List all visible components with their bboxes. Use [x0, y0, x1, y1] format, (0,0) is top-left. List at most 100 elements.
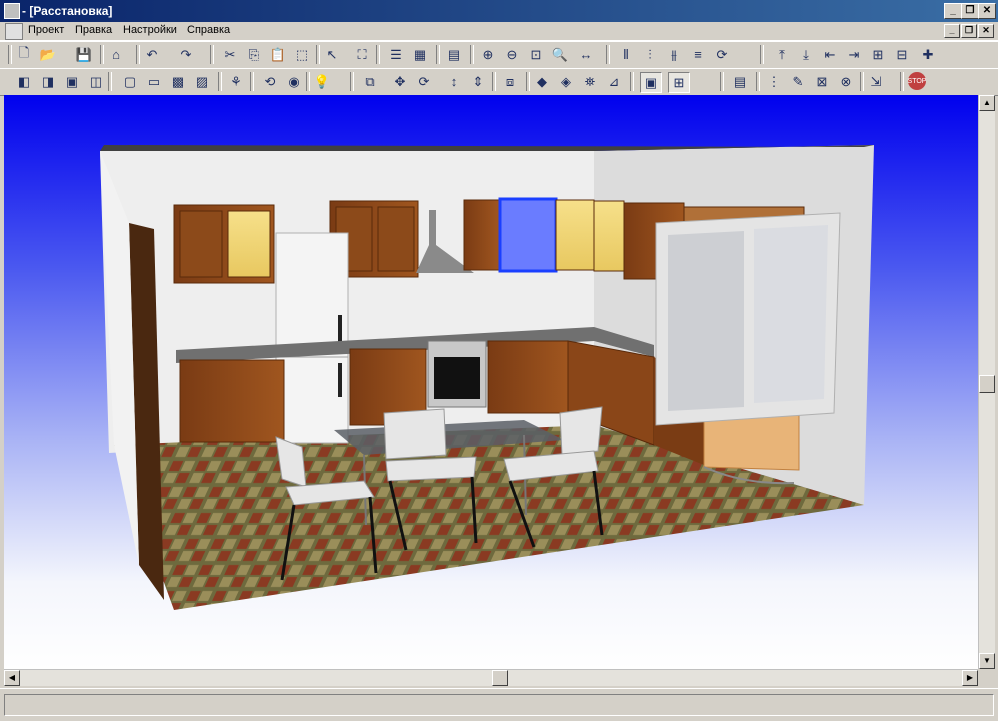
- library-icon[interactable]: ▦: [410, 45, 430, 64]
- move-down-icon[interactable]: ⤓: [796, 45, 816, 64]
- move-icon[interactable]: ✥: [390, 72, 410, 91]
- group-icon[interactable]: ⊞: [868, 45, 888, 64]
- move-vertical-icon[interactable]: ↕: [444, 72, 464, 91]
- measure-icon[interactable]: ⊿: [604, 72, 624, 91]
- menu-edit[interactable]: Правка: [75, 24, 112, 36]
- home-icon[interactable]: ⌂: [106, 45, 126, 64]
- export-icon[interactable]: ⇲: [866, 72, 886, 91]
- orbit-icon[interactable]: ⟲: [260, 72, 280, 91]
- light-icon[interactable]: 💡: [312, 72, 332, 91]
- minimize-button[interactable]: _: [944, 3, 962, 19]
- measure-icon[interactable]: ↔: [576, 45, 596, 64]
- mdi-minimize-button[interactable]: _: [944, 24, 960, 38]
- box-solid-icon[interactable]: ▩: [168, 72, 188, 91]
- save-icon[interactable]: 💾: [74, 45, 94, 64]
- camera-icon[interactable]: ◉: [284, 72, 304, 91]
- menu-project[interactable]: Проект: [28, 24, 64, 36]
- window-title: - [Расстановка]: [22, 4, 113, 18]
- toolbar-separator: [470, 45, 474, 64]
- document-icon[interactable]: [5, 23, 23, 40]
- view-top-icon[interactable]: ◨: [38, 72, 58, 91]
- toolbar-separator: [250, 72, 254, 91]
- vertical-scrollbar[interactable]: ▲ ▼: [978, 95, 995, 669]
- view-side-icon[interactable]: ▣: [62, 72, 82, 91]
- main-toolbar: 🗋 📂 💾 ⌂ ↶ ↷ ✂ ⎘ 📋 ⬚ ↖ ⛶ ☰ ▦ ▤ ⊕ ⊖ ⊡ 🔍 ↔ ⫴ ⫶ ⫵ ≡ ⟳ ⤒ ⤓ ⇤ ⇥ ⊞ ⊟ ✚: [0, 41, 998, 69]
- horizontal-scroll-thumb[interactable]: [492, 670, 508, 686]
- distribute-icon[interactable]: ≡: [688, 45, 708, 64]
- restore-button[interactable]: ❐: [961, 3, 979, 19]
- zoom-window-icon[interactable]: ⊡: [526, 45, 546, 64]
- redo-icon[interactable]: ↷: [176, 45, 196, 64]
- mirror-icon[interactable]: ⧈: [500, 72, 520, 91]
- open-icon[interactable]: 📂: [38, 45, 58, 64]
- toolbar-separator: [756, 72, 760, 91]
- view-iso-icon[interactable]: ◫: [86, 72, 106, 91]
- box-wire-icon[interactable]: ▢: [120, 72, 140, 91]
- lower-cabinet: [487, 340, 569, 414]
- move-left-icon[interactable]: ⇤: [820, 45, 840, 64]
- copy-object-icon[interactable]: ⧉: [360, 72, 380, 91]
- move-depth-icon[interactable]: ⇕: [468, 72, 488, 91]
- paste-icon[interactable]: 📋: [268, 45, 288, 64]
- add-icon[interactable]: ✚: [918, 45, 938, 64]
- grid-icon[interactable]: ⋮: [764, 72, 784, 91]
- zoom-out-icon[interactable]: ⊖: [502, 45, 522, 64]
- ungroup-icon[interactable]: ⊟: [892, 45, 912, 64]
- align-left-icon[interactable]: ⫴: [616, 45, 636, 64]
- fit-icon[interactable]: ⛶: [352, 45, 372, 64]
- zoom-in-icon[interactable]: ⊕: [478, 45, 498, 64]
- rotate-icon[interactable]: ⟳: [712, 45, 732, 64]
- lower-cabinet: [179, 359, 285, 443]
- horizontal-scrollbar[interactable]: ◀ ▶: [4, 669, 978, 686]
- material-icon[interactable]: ◆: [532, 72, 552, 91]
- mdi-close-button[interactable]: ✕: [978, 24, 994, 38]
- align-right-icon[interactable]: ⫵: [664, 45, 684, 64]
- wire-icon[interactable]: ⊠: [812, 72, 832, 91]
- scroll-right-button[interactable]: ▶: [962, 670, 978, 686]
- scroll-down-button[interactable]: ▼: [979, 653, 995, 669]
- refrigerator: [275, 232, 349, 444]
- toolbar-separator: [860, 72, 864, 91]
- view-front-icon[interactable]: ◧: [14, 72, 34, 91]
- box-textured-icon[interactable]: ▨: [192, 72, 212, 91]
- undo-icon[interactable]: ↶: [142, 45, 162, 64]
- vertical-scroll-thumb[interactable]: [979, 375, 995, 393]
- move-up-icon[interactable]: ⤒: [772, 45, 792, 64]
- mdi-restore-button[interactable]: ❐: [961, 24, 977, 38]
- align-center-icon[interactable]: ⫶: [640, 45, 660, 64]
- pointer-icon[interactable]: ↖: [322, 45, 342, 64]
- report-icon[interactable]: ▤: [730, 72, 750, 91]
- texture-icon[interactable]: ◈: [556, 72, 576, 91]
- scene-view-icon[interactable]: ⊞: [668, 72, 690, 93]
- select-icon[interactable]: ⬚: [292, 45, 312, 64]
- hide-icon[interactable]: ⊗: [836, 72, 856, 91]
- menu-settings[interactable]: Настройки: [123, 24, 177, 36]
- rotate-icon[interactable]: ⟳: [414, 72, 434, 91]
- new-icon[interactable]: 🗋: [14, 45, 34, 64]
- toolbar-separator: [720, 72, 724, 91]
- menu-help[interactable]: Справка: [187, 24, 230, 36]
- paint-icon[interactable]: ✎: [788, 72, 808, 91]
- scroll-up-button[interactable]: ▲: [979, 95, 995, 111]
- toolbar-separator: [136, 45, 140, 64]
- menu-bar: Проект Правка Настройки Справка _ ❐ ✕: [0, 22, 998, 41]
- box-icon[interactable]: ▭: [144, 72, 164, 91]
- scroll-left-button[interactable]: ◀: [4, 670, 20, 686]
- toolbar-separator: [436, 45, 440, 64]
- panel-view-icon[interactable]: ▣: [640, 72, 662, 93]
- close-button[interactable]: ✕: [978, 3, 996, 19]
- app-icon[interactable]: [4, 3, 20, 19]
- stop-icon[interactable]: STOP: [908, 72, 926, 90]
- toolbar-separator: [316, 45, 320, 64]
- cut-icon[interactable]: ✂: [220, 45, 240, 64]
- copy-icon[interactable]: ⎘: [244, 45, 264, 64]
- list-icon[interactable]: ☰: [386, 45, 406, 64]
- camera-walk-icon[interactable]: ⚘: [226, 72, 246, 91]
- move-right-icon[interactable]: ⇥: [844, 45, 864, 64]
- zoom-all-icon[interactable]: 🔍: [550, 45, 570, 64]
- 3d-viewport[interactable]: [4, 95, 978, 669]
- render-icon[interactable]: ⛯: [580, 72, 600, 91]
- toolbar-separator: [350, 72, 354, 91]
- toolbar-separator: [760, 45, 764, 64]
- properties-icon[interactable]: ▤: [444, 45, 464, 64]
